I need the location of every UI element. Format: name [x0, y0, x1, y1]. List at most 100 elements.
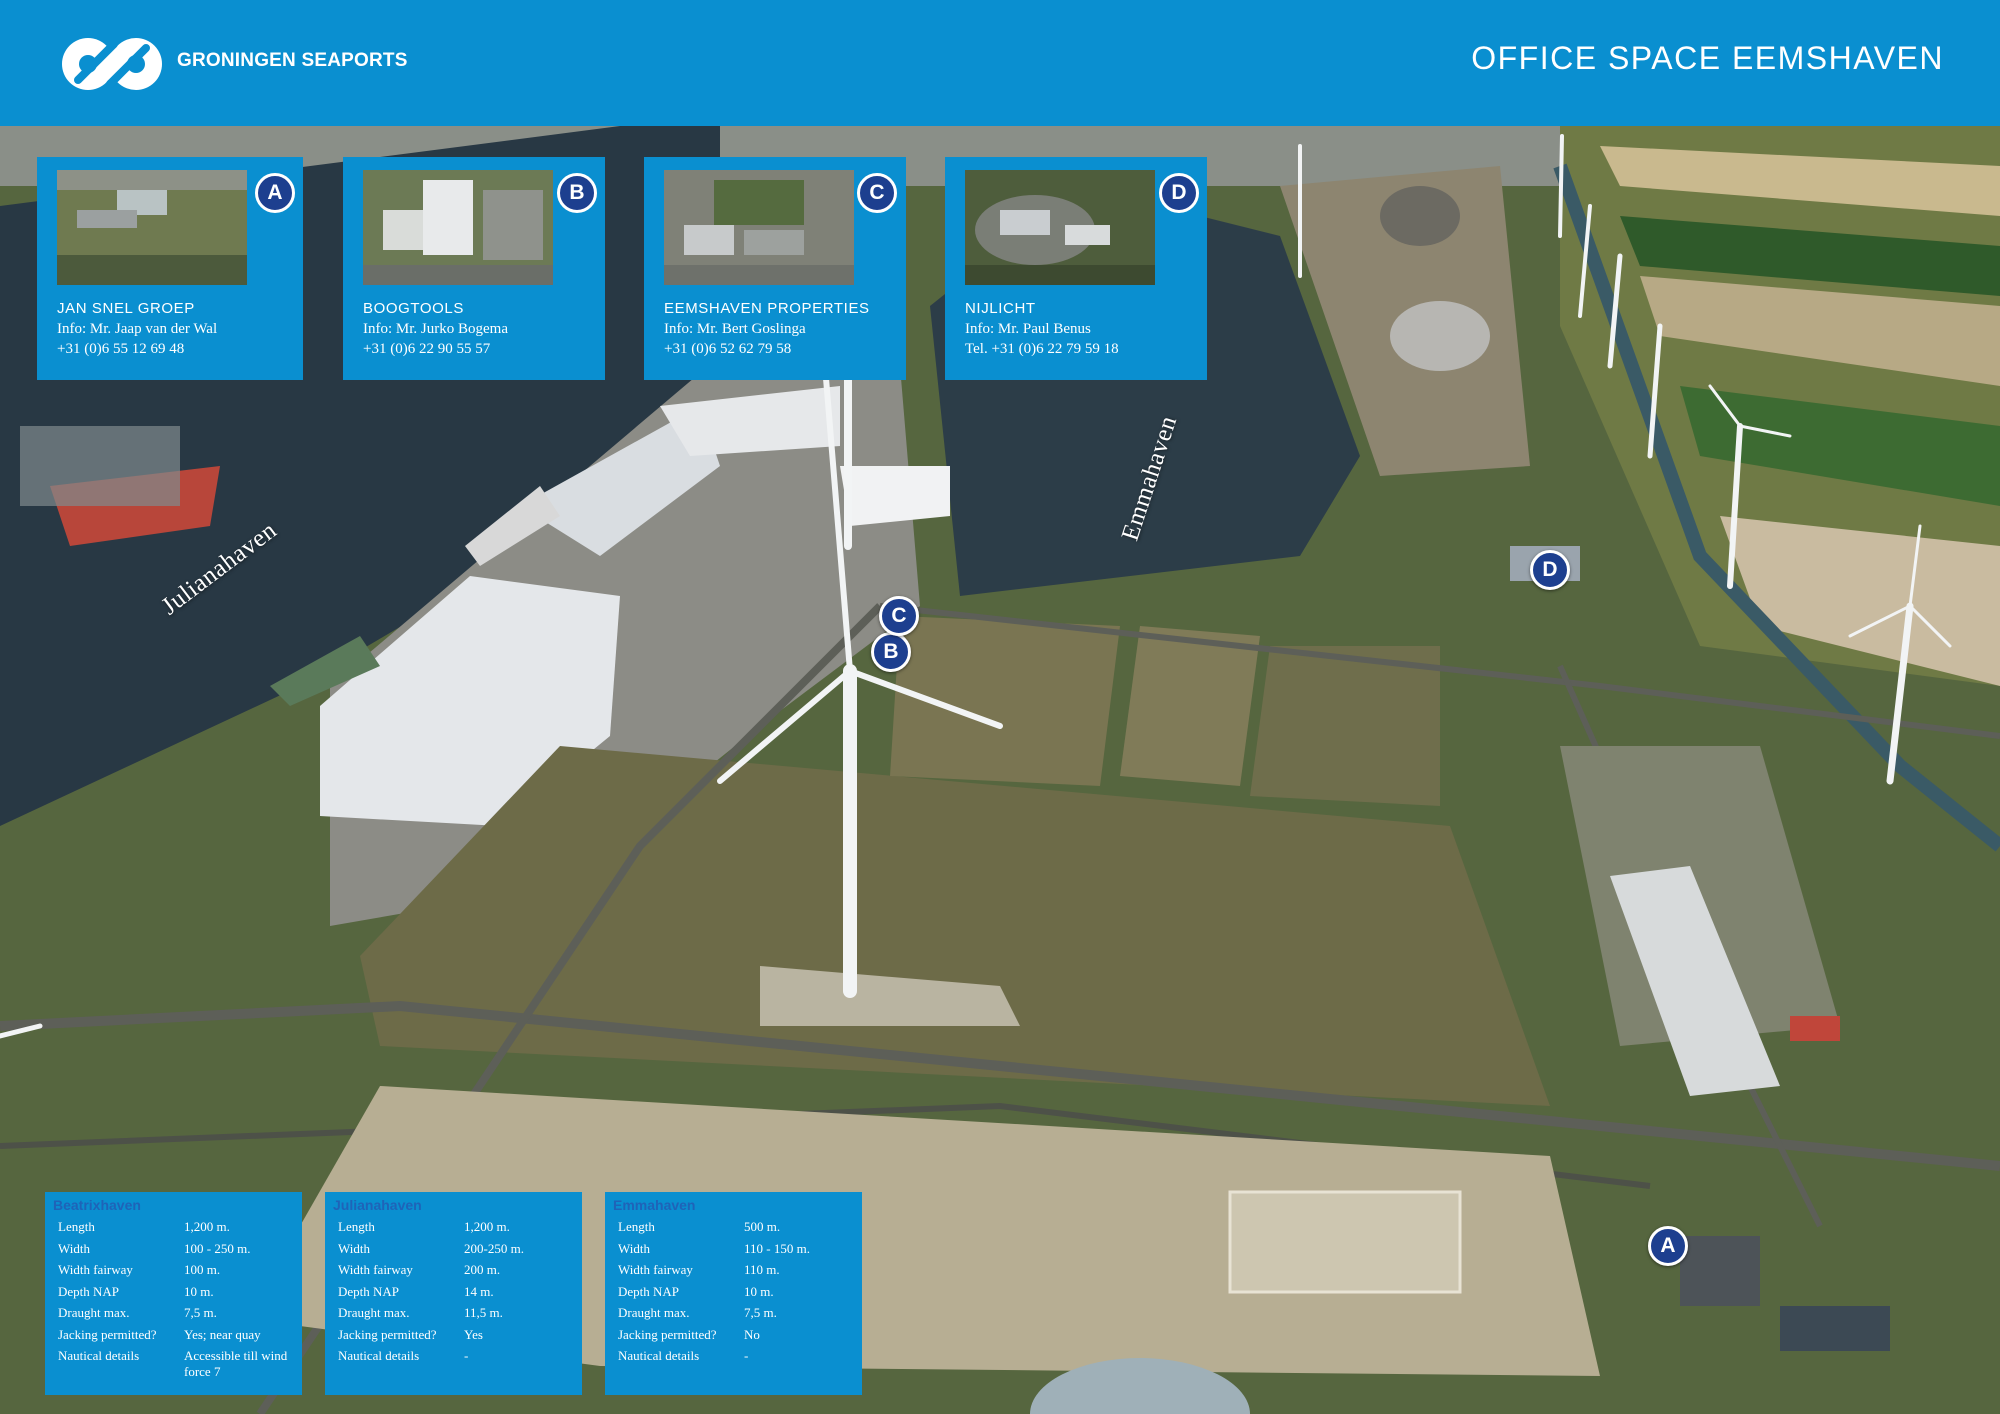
- row-value: 100 m.: [184, 1262, 221, 1277]
- harbour-rows: Length 1,200 m. Width 200-250 m. Width fai…: [338, 1219, 582, 1370]
- harbour-row: Nautical details -: [338, 1348, 582, 1370]
- harbour-row: Jacking permitted? Yes: [338, 1327, 582, 1349]
- harbour-row: Width fairway 110 m.: [618, 1262, 862, 1284]
- row-label: Width fairway: [58, 1262, 133, 1277]
- row-label: Depth NAP: [338, 1283, 400, 1299]
- harbour-rows: Length 1,200 m. Width 100 - 250 m. Width f…: [58, 1219, 302, 1379]
- row-label: Draught max.: [58, 1305, 130, 1320]
- row-label: Length: [338, 1219, 375, 1234]
- harbour-row: Jacking permitted? No: [618, 1327, 862, 1349]
- company-card-d[interactable]: D NIJLICHT Info: Mr. Paul Benus Tel. +31…: [945, 157, 1207, 380]
- harbour-row: Draught max. 7,5 m.: [58, 1305, 302, 1327]
- harbour-row: Width 200-250 m.: [338, 1241, 582, 1263]
- company-phone-a[interactable]: +31 (0)6 55 12 69 48: [57, 341, 184, 358]
- company-name-b: BOOGTOOLS: [363, 300, 464, 317]
- row-label: Nautical details: [618, 1348, 700, 1363]
- row-value: Yes; near quay: [184, 1326, 261, 1342]
- harbour-row: Jacking permitted? Yes; near quay: [58, 1327, 302, 1349]
- row-value: 110 - 150 m.: [744, 1240, 810, 1256]
- company-card-b[interactable]: B BOOGTOOLS Info: Mr. Jurko Bogema +31 (…: [343, 157, 605, 380]
- company-contact-d: Info: Mr. Paul Benus: [965, 321, 1091, 337]
- harbour-rows: Length 500 m. Width 110 - 150 m. Width fai…: [618, 1219, 862, 1370]
- row-value: 200 m.: [464, 1262, 501, 1277]
- row-value: 500 m.: [744, 1219, 781, 1234]
- harbour-title: Emmahaven: [613, 1197, 696, 1213]
- row-value: 100 - 250 m.: [184, 1240, 251, 1256]
- harbour-row: Depth NAP 14 m.: [338, 1284, 582, 1306]
- company-contact-a: Info: Mr. Jaap van der Wal: [57, 321, 218, 337]
- harbour-row: Depth NAP 10 m.: [618, 1284, 862, 1306]
- row-value: 1,200 m.: [184, 1219, 230, 1234]
- harbour-row: Width fairway 100 m.: [58, 1262, 302, 1284]
- row-label: Length: [58, 1219, 95, 1234]
- row-label: Jacking permitted?: [338, 1326, 437, 1342]
- company-photo-b: [363, 170, 553, 285]
- company-card-a[interactable]: A JAN SNEL GROEP Info: Mr. Jaap van der …: [37, 157, 303, 380]
- company-badge-d: D: [1159, 173, 1199, 213]
- row-value: 14 m.: [464, 1283, 494, 1299]
- row-value: No: [744, 1326, 760, 1342]
- company-phone-c[interactable]: +31 (0)6 52 62 79 58: [664, 341, 791, 358]
- company-photo-d: [965, 170, 1155, 285]
- row-value: 10 m.: [744, 1283, 774, 1299]
- row-label: Width fairway: [618, 1262, 693, 1277]
- row-value: 7,5 m.: [744, 1305, 777, 1320]
- harbour-row: Nautical details Accessible till wind for…: [58, 1348, 302, 1379]
- company-badge-b: B: [557, 173, 597, 213]
- company-phone-b[interactable]: +31 (0)6 22 90 55 57: [363, 341, 490, 358]
- row-label: Width: [58, 1240, 90, 1256]
- row-label: Nautical details: [58, 1348, 140, 1363]
- company-card-c[interactable]: C EEMSHAVEN PROPERTIES Info: Mr. Bert Go…: [644, 157, 906, 380]
- row-label: Draught max.: [618, 1305, 690, 1320]
- map-marker-d[interactable]: D: [1530, 550, 1570, 590]
- row-value: -: [744, 1348, 749, 1363]
- row-label: Nautical details: [338, 1348, 420, 1363]
- row-label: Depth NAP: [58, 1283, 120, 1299]
- groningen-seaports-logo: [62, 38, 162, 90]
- map-marker-a[interactable]: A: [1648, 1226, 1688, 1266]
- harbour-title: Beatrixhaven: [53, 1197, 141, 1213]
- harbour-row: Width fairway 200 m.: [338, 1262, 582, 1284]
- row-label: Depth NAP: [618, 1283, 680, 1299]
- harbour-row: Draught max. 11,5 m.: [338, 1305, 582, 1327]
- company-name-c: EEMSHAVEN PROPERTIES: [664, 300, 870, 317]
- company-contact-b: Info: Mr. Jurko Bogema: [363, 321, 508, 337]
- page-title: OFFICE SPACE EEMSHAVEN: [1471, 40, 1944, 76]
- harbour-row: Nautical details -: [618, 1348, 862, 1370]
- row-label: Jacking permitted?: [618, 1326, 717, 1342]
- harbour-table-julianahaven: Julianahaven Length 1,200 m. Width 200-250…: [325, 1192, 582, 1395]
- map-marker-b[interactable]: B: [871, 632, 911, 672]
- harbour-title: Julianahaven: [333, 1197, 422, 1213]
- harbour-table-emmahaven: Emmahaven Length 500 m. Width 110 - 150 m.…: [605, 1192, 862, 1395]
- harbour-row: Length 500 m.: [618, 1219, 862, 1241]
- row-value: 11,5 m.: [464, 1305, 503, 1320]
- header-bar: GRONINGEN SEAPORTS OFFICE SPACE EEMSHAVE…: [0, 0, 2000, 126]
- row-label: Width: [618, 1240, 650, 1256]
- company-name-d: NIJLICHT: [965, 300, 1036, 317]
- harbour-row: Length 1,200 m.: [338, 1219, 582, 1241]
- harbour-row: Length 1,200 m.: [58, 1219, 302, 1241]
- row-label: Jacking permitted?: [58, 1326, 157, 1342]
- harbour-row: Width 110 - 150 m.: [618, 1241, 862, 1263]
- company-badge-a: A: [255, 173, 295, 213]
- company-photo-a: [57, 170, 247, 285]
- row-label: Length: [618, 1219, 655, 1234]
- harbour-row: Width 100 - 250 m.: [58, 1241, 302, 1263]
- company-badge-c: C: [857, 173, 897, 213]
- row-value: 1,200 m.: [464, 1219, 510, 1234]
- row-label: Draught max.: [338, 1305, 410, 1320]
- row-value: 10 m.: [184, 1283, 214, 1299]
- harbour-row: Depth NAP 10 m.: [58, 1284, 302, 1306]
- row-value: 110 m.: [744, 1262, 780, 1277]
- row-value: 7,5 m.: [184, 1305, 217, 1320]
- row-label: Width fairway: [338, 1262, 413, 1277]
- company-name-a: JAN SNEL GROEP: [57, 300, 195, 317]
- row-value: 200-250 m.: [464, 1240, 524, 1256]
- row-label: Width: [338, 1240, 370, 1256]
- company-phone-d[interactable]: Tel. +31 (0)6 22 79 59 18: [965, 341, 1119, 358]
- row-value: Yes: [464, 1326, 483, 1342]
- brand-name: GRONINGEN SEAPORTS: [177, 50, 408, 71]
- row-value: Accessible till wind force 7: [184, 1348, 288, 1379]
- map-marker-c[interactable]: C: [879, 596, 919, 636]
- company-photo-c: [664, 170, 854, 285]
